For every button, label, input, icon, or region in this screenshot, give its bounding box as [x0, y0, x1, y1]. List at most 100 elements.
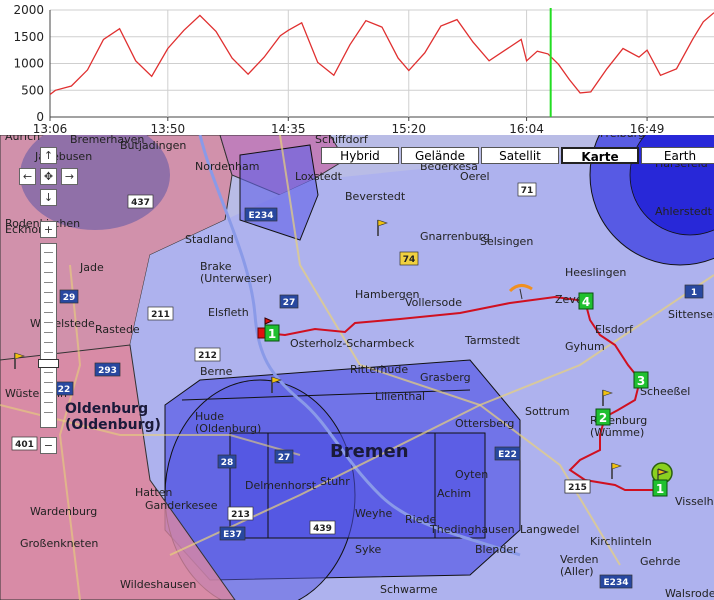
place-label: Schiffdorf: [315, 135, 369, 146]
place-label: Beverstedt: [345, 190, 406, 203]
city-label: Bremen: [330, 441, 409, 462]
pan-left-button[interactable]: ←: [19, 168, 36, 185]
road-shield-label: 293: [98, 366, 117, 376]
zoom-tick: [44, 272, 53, 273]
place-label: Heeslingen: [565, 266, 626, 279]
zoom-tick: [44, 402, 53, 403]
y-tick-labels: 0500100015002000: [13, 3, 44, 124]
zoom-tick: [44, 382, 53, 383]
waypoint-number: 1: [268, 327, 276, 341]
x-tick-label: 15:20: [391, 122, 426, 135]
zoom-tick: [44, 252, 53, 253]
zoom-slider-thumb[interactable]: [38, 359, 59, 368]
zoom-tick: [44, 392, 53, 393]
waypoint-number: 4: [582, 295, 590, 309]
place-label: Elsfleth: [208, 306, 249, 319]
road-shield-label: E234: [249, 211, 274, 221]
place-label: Weyhe: [355, 507, 392, 520]
place-label: Osterholz-Scharmbeck: [290, 337, 415, 350]
place-label: Achim: [437, 487, 471, 500]
zoom-out-button[interactable]: −: [40, 437, 57, 454]
place-label: Stadland: [185, 233, 234, 246]
place-label: Blender: [475, 543, 518, 556]
place-label: Gehrde: [640, 555, 681, 568]
road-shield-label: 1: [691, 288, 697, 298]
place-label: Schwarme: [380, 583, 438, 596]
place-label: Elsdorf: [595, 323, 634, 336]
y-tick-label: 500: [21, 83, 44, 97]
place-label: Lilienthal: [375, 390, 425, 403]
place-label: Hatten: [135, 486, 172, 499]
place-label: Berne: [200, 365, 233, 378]
y-tick-label: 1000: [13, 57, 44, 71]
waypoint-number: 2: [599, 411, 607, 425]
pan-right-button[interactable]: →: [61, 168, 78, 185]
pan-center-button[interactable]: ✥: [40, 168, 57, 185]
x-tick-label: 16:04: [509, 122, 544, 135]
road-shield-label: 28: [221, 458, 234, 468]
map-type-map[interactable]: Karte: [561, 147, 639, 164]
place-label: Ahlerstedt: [655, 205, 713, 218]
zoom-tick: [44, 412, 53, 413]
pan-up-button[interactable]: ↑: [40, 147, 57, 164]
zoom-tick: [44, 282, 53, 283]
map-type-earth[interactable]: Earth: [641, 147, 714, 164]
place-label: Oerel: [460, 170, 490, 183]
map-view[interactable]: ButjadingenNordenhamSchiffdorfFreiburgHa…: [0, 135, 714, 600]
road-shield-label: 211: [151, 310, 170, 320]
map-type-terrain[interactable]: Gelände: [401, 147, 479, 164]
zoom-tick: [44, 332, 53, 333]
altitude-series-line: [49, 12, 714, 96]
zoom-tick: [44, 322, 53, 323]
map-type-hybrid[interactable]: Hybrid: [321, 147, 399, 164]
place-label: Wardenburg: [30, 505, 97, 518]
zoom-slider-track[interactable]: [38, 243, 59, 428]
place-label: Rastede: [95, 323, 140, 336]
place-label: Sittensen: [668, 308, 714, 321]
altitude-chart[interactable]: 0500100015002000 13:06 13:50 14:35 15:20 16:…: [0, 0, 714, 135]
pan-down-button[interactable]: ↓: [40, 189, 57, 206]
map-navigation-control: ↑ ← ✥ → ↓ + −: [5, 147, 85, 467]
place-label: Vollersode: [405, 296, 462, 309]
map-type-selector: Hybrid Gelände Satellit Karte Earth: [321, 147, 714, 164]
road-shield-label: 71: [521, 186, 534, 196]
place-label: Visselhövede: [675, 495, 714, 508]
x-tick-label: 16:49: [630, 122, 665, 135]
y-tick-label: 1500: [13, 30, 44, 44]
x-tick-label: 14:35: [271, 122, 306, 135]
y-tick-label: 2000: [13, 3, 44, 17]
road-shield-label: 437: [131, 198, 150, 208]
place-label: Aurich: [5, 135, 40, 143]
place-label: Loxstedt: [295, 170, 343, 183]
place-label: Syke: [355, 543, 381, 556]
x-tick-label: 13:06: [33, 122, 68, 135]
x-tick-labels: 13:06 13:50 14:35 15:20 16:04 16:49: [33, 122, 665, 135]
place-label: Bremerhaven: [70, 135, 144, 146]
place-label: Oyten: [455, 468, 488, 481]
zoom-in-button[interactable]: +: [40, 221, 57, 238]
place-label: Thedinghausen: [429, 523, 515, 536]
place-label: Stuhr: [320, 475, 350, 488]
place-label: Tarmstedt: [464, 334, 520, 347]
zoom-tick: [44, 372, 53, 373]
zoom-tick: [44, 352, 53, 353]
place-label: Ottersberg: [455, 417, 514, 430]
road-shield-label: E22: [498, 450, 517, 460]
place-label: Langwedel: [520, 523, 579, 536]
road-shield-label: 27: [278, 453, 291, 463]
x-tick-label: 13:50: [151, 122, 186, 135]
map-type-satellite[interactable]: Satellit: [481, 147, 559, 164]
place-label: Delmenhorst: [245, 479, 317, 492]
waypoint-number: 3: [637, 374, 645, 388]
zoom-tick: [44, 312, 53, 313]
place-label: Kirchlinteln: [590, 535, 652, 548]
place-label: Verden (Aller): [560, 553, 599, 578]
road-shield-label: 27: [283, 298, 296, 308]
place-label: Selsingen: [480, 235, 533, 248]
place-label: Ganderkesee: [145, 499, 218, 512]
road-shield-label: 74: [403, 255, 416, 265]
zoom-tick: [44, 262, 53, 263]
place-label: Walsrode: [665, 587, 714, 600]
zoom-tick: [44, 342, 53, 343]
road-shield-label: 212: [198, 351, 217, 361]
